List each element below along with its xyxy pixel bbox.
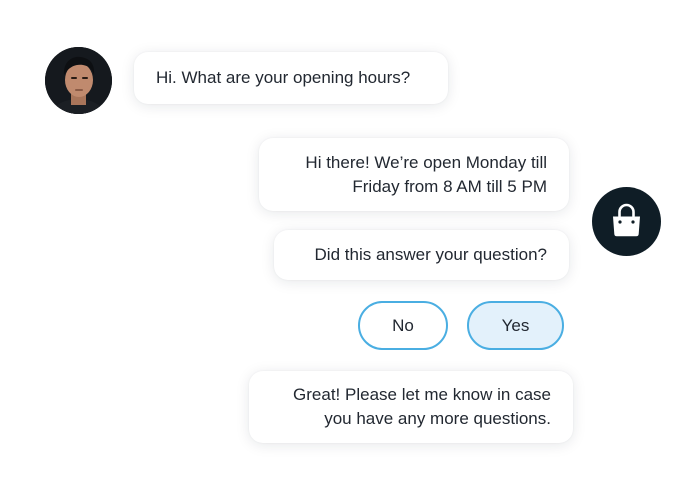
user-message-bubble: Hi. What are your opening hours? bbox=[134, 52, 448, 104]
bot-followup-line: you have any more questions. bbox=[324, 409, 551, 428]
bot-followup-line: Great! Please let me know in case bbox=[293, 385, 551, 404]
bot-avatar bbox=[592, 187, 661, 256]
user-avatar bbox=[45, 47, 112, 114]
shopping-bag-icon bbox=[613, 203, 640, 237]
bot-reply-line: Hi there! We’re open Monday till bbox=[305, 153, 547, 172]
bot-question-text: Did this answer your question? bbox=[314, 245, 547, 264]
bot-followup-bubble: Great! Please let me know in case you ha… bbox=[249, 371, 573, 443]
user-avatar-photo bbox=[45, 47, 112, 114]
bot-question-bubble: Did this answer your question? bbox=[274, 230, 569, 280]
yes-button[interactable]: Yes bbox=[467, 301, 564, 350]
bot-reply-line: Friday from 8 AM till 5 PM bbox=[352, 177, 547, 196]
chat-window: Hi. What are your opening hours? Hi ther… bbox=[0, 0, 700, 486]
no-button[interactable]: No bbox=[358, 301, 448, 350]
bot-reply-bubble: Hi there! We’re open Monday till Friday … bbox=[259, 138, 569, 211]
user-message-text: Hi. What are your opening hours? bbox=[156, 68, 411, 87]
